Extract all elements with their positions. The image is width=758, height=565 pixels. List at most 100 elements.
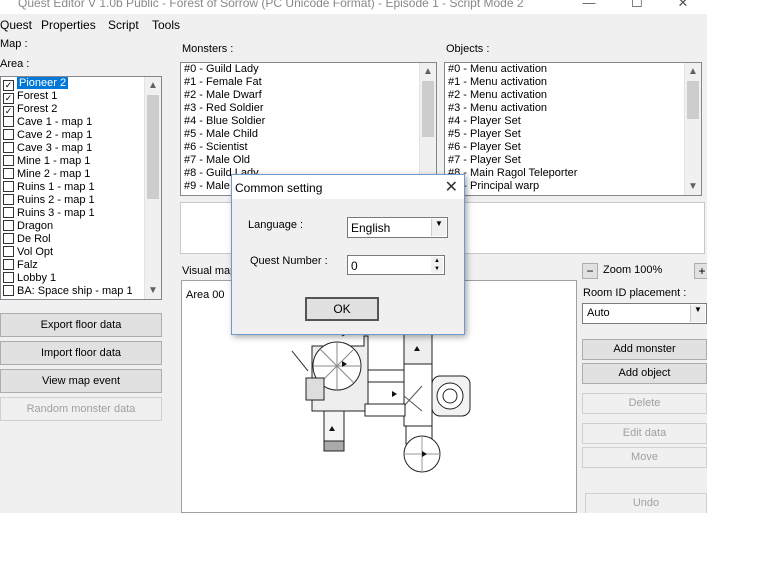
area-list[interactable]: ✓ Pioneer 2 ✓ Forest 1 ✓ Forest 2 Cave 1 - map…	[0, 76, 162, 300]
add-object-button[interactable]: Add object	[582, 363, 707, 384]
checkbox-icon[interactable]	[3, 285, 14, 296]
objects-list-scrollbar[interactable]: ▲ ▼	[684, 63, 701, 195]
checkbox-icon[interactable]	[3, 259, 14, 270]
area-list-item[interactable]: Ruins 2 - map 1	[1, 194, 161, 207]
import-floor-data-button[interactable]: Import floor data	[0, 341, 162, 365]
random-monster-data-button[interactable]: Random monster data	[0, 397, 162, 421]
checkbox-icon[interactable]	[3, 142, 14, 153]
list-item[interactable]: #1 - Menu activation	[445, 76, 701, 89]
objects-list[interactable]: #0 - Menu activation #1 - Menu activation…	[444, 62, 702, 196]
checkbox-icon[interactable]	[3, 233, 14, 244]
ok-button[interactable]: OK	[305, 297, 379, 321]
menu-bar: Quest Properties Script Tools	[0, 16, 707, 36]
checkbox-icon[interactable]	[3, 220, 14, 231]
list-item[interactable]: #3 - Red Soldier	[181, 102, 436, 115]
chevron-down-icon[interactable]: ▼	[431, 219, 446, 236]
export-floor-data-button[interactable]: Export floor data	[0, 313, 162, 337]
checkbox-icon[interactable]	[3, 194, 14, 205]
close-button[interactable]: ✕	[660, 0, 706, 14]
list-item[interactable]: #6 - Player Set	[445, 141, 701, 154]
list-item[interactable]: #7 - Player Set	[445, 154, 701, 167]
list-item[interactable]: #2 - Menu activation	[445, 89, 701, 102]
zoom-out-button[interactable]: −	[582, 263, 598, 279]
area-list-item[interactable]: Falz	[1, 259, 161, 272]
scroll-down-arrow-icon[interactable]: ▼	[685, 178, 701, 195]
scroll-up-arrow-icon[interactable]: ▲	[685, 63, 701, 80]
title-bar: Quest Editor V 1.0b Public - Forest of S…	[0, 0, 707, 14]
map-rooms-graphic	[291, 316, 471, 473]
undo-button[interactable]: Undo	[585, 493, 707, 513]
move-button[interactable]: Move	[582, 447, 707, 468]
scroll-up-arrow-icon[interactable]: ▲	[145, 77, 161, 94]
objects-label: Objects :	[446, 43, 490, 55]
menu-quest[interactable]: Quest	[0, 18, 32, 32]
delete-button[interactable]: Delete	[582, 393, 707, 414]
list-item[interactable]: #3 - Menu activation	[445, 102, 701, 115]
scroll-thumb[interactable]	[147, 95, 159, 199]
list-item[interactable]: #4 - Player Set	[445, 115, 701, 128]
quest-number-stepper[interactable]: 0 ▲ ▼	[347, 255, 445, 275]
menu-properties[interactable]: Properties	[41, 18, 96, 32]
dialog-close-icon[interactable]: ✕	[445, 177, 458, 197]
list-item[interactable]: #9 - Principal warp	[445, 180, 701, 193]
quest-number-value: 0	[351, 259, 358, 273]
scroll-up-arrow-icon[interactable]: ▲	[420, 63, 436, 80]
scroll-thumb[interactable]	[422, 81, 434, 137]
list-item[interactable]: #7 - Male Old	[181, 154, 436, 167]
checkbox-icon[interactable]	[3, 155, 14, 166]
list-item[interactable]: #5 - Player Set	[445, 128, 701, 141]
menu-script[interactable]: Script	[108, 18, 139, 32]
checkbox-icon[interactable]	[3, 168, 14, 179]
area-list-scrollbar[interactable]: ▲ ▼	[144, 77, 161, 299]
spin-up-icon[interactable]: ▲	[431, 257, 443, 265]
area-list-item-label: Mine 2 - map 1	[17, 168, 91, 180]
area-list-item[interactable]: Ruins 1 - map 1	[1, 181, 161, 194]
area-list-item[interactable]: ✓ Pioneer 2	[1, 77, 161, 91]
area-list-item[interactable]: Cave 1 - map 1	[1, 116, 161, 129]
area-list-item[interactable]: Lobby 1	[1, 272, 161, 285]
window-title: Quest Editor V 1.0b Public - Forest of S…	[18, 0, 524, 10]
list-item[interactable]: #4 - Blue Soldier	[181, 115, 436, 128]
list-item[interactable]: #0 - Menu activation	[445, 63, 701, 76]
area-rows: ✓ Pioneer 2 ✓ Forest 1 ✓ Forest 2 Cave 1 - map…	[1, 77, 161, 298]
room-id-placement-value: Auto	[587, 307, 610, 319]
list-item[interactable]: #1 - Female Fat	[181, 76, 436, 89]
scroll-thumb[interactable]	[687, 81, 699, 119]
area-list-item[interactable]: ✓ Forest 2	[1, 103, 161, 117]
list-item[interactable]: #8 - Main Ragol Teleporter	[445, 167, 701, 180]
spin-down-icon[interactable]: ▼	[431, 265, 443, 273]
list-item[interactable]: #5 - Male Child	[181, 128, 436, 141]
list-item[interactable]: #6 - Scientist	[181, 141, 436, 154]
area-list-item[interactable]: ✓ Forest 1	[1, 90, 161, 104]
zoom-in-button[interactable]: +	[694, 263, 707, 279]
view-map-event-button[interactable]: View map event	[0, 369, 162, 393]
edit-data-button[interactable]: Edit data	[582, 423, 707, 444]
area-list-item-label: Lobby 1	[17, 272, 57, 284]
area-list-item[interactable]: BA: Space ship - map 1	[1, 285, 161, 298]
scroll-down-arrow-icon[interactable]: ▼	[145, 282, 161, 299]
area-list-item[interactable]: Mine 2 - map 1	[1, 168, 161, 181]
list-item[interactable]: #2 - Male Dwarf	[181, 89, 436, 102]
checkbox-icon[interactable]	[3, 116, 14, 127]
menu-tools[interactable]: Tools	[152, 18, 180, 32]
maximize-button[interactable]: ☐	[614, 0, 660, 14]
area-list-item[interactable]: Mine 1 - map 1	[1, 155, 161, 168]
checkbox-icon[interactable]	[3, 272, 14, 283]
checkbox-icon[interactable]	[3, 207, 14, 218]
list-item[interactable]: #0 - Guild Lady	[181, 63, 436, 76]
chevron-down-icon[interactable]: ▼	[690, 305, 705, 322]
area-list-item[interactable]: Cave 2 - map 1	[1, 129, 161, 142]
language-dropdown[interactable]: English ▼	[347, 217, 448, 238]
area-list-item[interactable]: Vol Opt	[1, 246, 161, 259]
area-list-item[interactable]: Cave 3 - map 1	[1, 142, 161, 155]
minimize-button[interactable]: —	[566, 0, 612, 14]
checkbox-icon[interactable]	[3, 129, 14, 140]
area-list-item[interactable]: Dragon	[1, 220, 161, 233]
language-label: Language :	[248, 219, 304, 231]
area-list-item[interactable]: De Rol	[1, 233, 161, 246]
area-list-item[interactable]: Ruins 3 - map 1	[1, 207, 161, 220]
add-monster-button[interactable]: Add monster	[582, 339, 707, 360]
room-id-placement-dropdown[interactable]: Auto ▼	[582, 303, 707, 324]
checkbox-icon[interactable]	[3, 181, 14, 192]
checkbox-icon[interactable]	[3, 246, 14, 257]
